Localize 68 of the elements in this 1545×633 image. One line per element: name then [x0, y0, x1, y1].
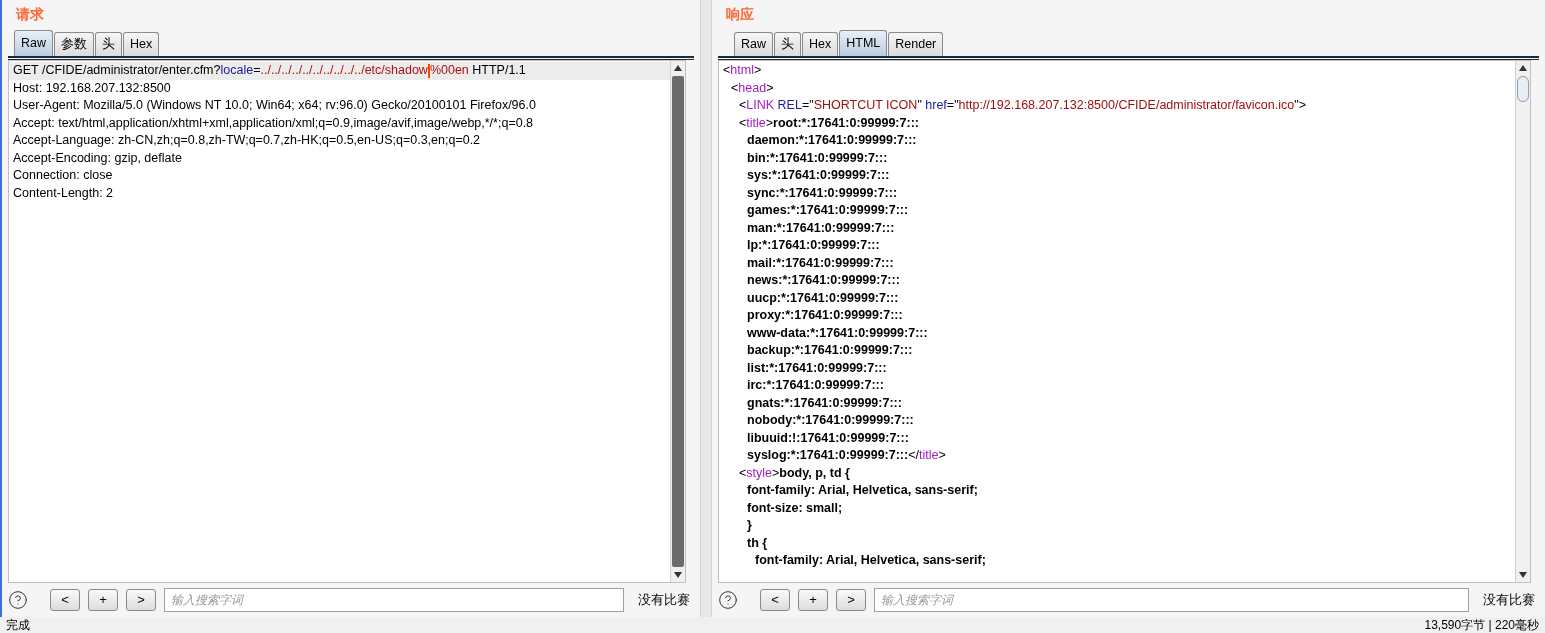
tab[interactable]: Raw	[14, 30, 53, 56]
code-line: syslog:*:17641:0:99999:7:::</title>	[746, 447, 947, 464]
search-field[interactable]: 输入搜索字词	[164, 588, 624, 612]
code-line: libuuid:!:17641:0:99999:7:::	[746, 429, 910, 447]
search-field[interactable]: 输入搜索字词	[874, 588, 1469, 612]
tab[interactable]: Render	[888, 32, 944, 56]
match-status: 没有比赛	[1482, 591, 1536, 609]
code-editor[interactable]	[718, 60, 1531, 583]
response-stats: 13,590字节 | 220毫秒	[1424, 617, 1539, 633]
code-line: font-size: small;	[746, 499, 844, 517]
code-line: <LINK REL="SHORTCUT ICON" href="http://192.168.207.132:8500/CFIDE/administrator/favicon.ico">	[738, 97, 1307, 114]
match-status: 没有比赛	[637, 591, 691, 609]
tab[interactable]: 头	[95, 32, 122, 56]
code-line: mail:*:17641:0:99999:7:::	[746, 254, 895, 272]
code-line: <head>	[730, 79, 775, 97]
code-line: Host: 192.168.207.132:8500	[12, 79, 172, 97]
code-line: <style>body, p, td {	[738, 464, 851, 482]
tab[interactable]: 头	[774, 32, 801, 56]
code-line: irc:*:17641:0:99999:7:::	[746, 377, 885, 394]
panel-title: 响应	[725, 5, 754, 24]
scrollbar[interactable]	[670, 61, 685, 582]
code-line: Accept: text/html,application/xhtml+xml,application/xml;q=0.9,image/avif,image/webp,*/*;q=0.8	[12, 114, 535, 132]
code-line: }	[746, 517, 753, 534]
panel-title: 请求	[15, 5, 44, 24]
code-line: news:*:17641:0:99999:7:::	[746, 272, 901, 289]
scrollbar-thumb[interactable]	[1517, 76, 1529, 102]
code-line: <title>root:*:17641:0:99999:7:::	[738, 114, 920, 132]
search-nav-button[interactable]: >	[836, 589, 866, 611]
code-line: uucp:*:17641:0:99999:7:::	[746, 289, 900, 307]
code-line: font-family: Arial, Helvetica, sans-serif;	[746, 482, 979, 499]
status-text: 完成	[6, 617, 30, 633]
scrollbar[interactable]	[1515, 61, 1530, 582]
code-line: sync:*:17641:0:99999:7:::	[746, 184, 899, 202]
search-nav-button[interactable]: >	[126, 589, 156, 611]
tab[interactable]: 参数	[54, 32, 94, 56]
tab[interactable]: Hex	[802, 32, 839, 56]
code-line: bin:*:17641:0:99999:7:::	[746, 149, 889, 167]
code-line: man:*:17641:0:99999:7:::	[746, 219, 896, 237]
code-editor[interactable]	[8, 60, 686, 583]
code-line: nobody:*:17641:0:99999:7:::	[746, 412, 915, 429]
code-line: gnats:*:17641:0:99999:7:::	[746, 394, 903, 412]
text-cursor	[427, 63, 430, 78]
code-line: <html>	[722, 62, 763, 79]
search-nav-button[interactable]: <	[50, 589, 80, 611]
code-line: backup:*:17641:0:99999:7:::	[746, 342, 914, 359]
search-nav-button[interactable]: +	[88, 589, 118, 611]
code-line: www-data:*:17641:0:99999:7:::	[746, 324, 929, 342]
code-line: games:*:17641:0:99999:7:::	[746, 202, 910, 219]
code-line: font-family: Arial, Helvetica, sans-serif;	[754, 552, 987, 569]
code-line: th {	[746, 534, 769, 552]
code-line: list:*:17641:0:99999:7:::	[746, 359, 888, 377]
tab[interactable]: Raw	[734, 32, 773, 56]
tab[interactable]: HTML	[839, 30, 888, 56]
code-line: Content-Length: 2	[12, 184, 115, 202]
code-line: lp:*:17641:0:99999:7:::	[746, 237, 881, 254]
code-line: Accept-Encoding: gzip, deflate	[12, 149, 183, 167]
code-line: daemon:*:17641:0:99999:7:::	[746, 132, 918, 149]
code-line: Connection: close	[12, 167, 114, 184]
tab[interactable]: Hex	[123, 32, 160, 56]
code-line: sys:*:17641:0:99999:7:::	[746, 167, 891, 184]
help-icon[interactable]	[8, 590, 28, 610]
code-line: Accept-Language: zh-CN,zh;q=0.8,zh-TW;q=0.7,zh-HK;q=0.5,en-US;q=0.3,en;q=0.2	[12, 132, 482, 149]
search-nav-button[interactable]: <	[760, 589, 790, 611]
search-nav-button[interactable]: +	[798, 589, 828, 611]
scrollbar-thumb[interactable]	[672, 76, 684, 567]
help-icon[interactable]	[718, 590, 738, 610]
code-line: proxy:*:17641:0:99999:7:::	[746, 307, 904, 324]
code-line: User-Agent: Mozilla/5.0 (Windows NT 10.0; Win64; x64; rv:96.0) Gecko/20100101 Firefox/96.0	[12, 97, 537, 114]
